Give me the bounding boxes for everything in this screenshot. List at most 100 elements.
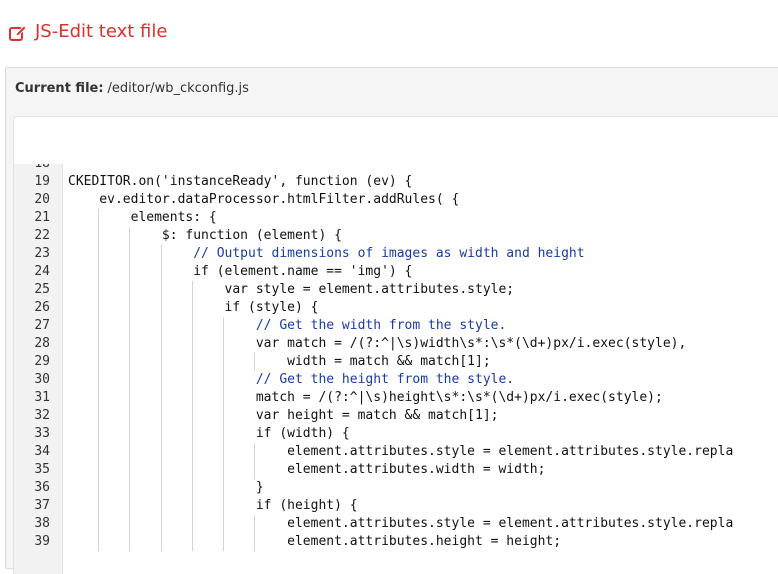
- indent-guide: [129, 245, 131, 263]
- indent-guide: [160, 461, 162, 479]
- code-line: 18: [14, 164, 778, 173]
- code-text: var style = element.attributes.style;: [68, 282, 515, 297]
- code-text: element.attributes.width = width;: [68, 462, 546, 477]
- indent-guide: [129, 443, 131, 461]
- indent-guide: [160, 335, 162, 353]
- line-number: 21: [34, 210, 50, 225]
- line-number: 31: [34, 390, 50, 405]
- indent-guide: [98, 281, 100, 299]
- code-editor[interactable]: 1819 CKEDITOR.on('instanceReady', functio…: [13, 164, 778, 574]
- indent-guide: [160, 533, 162, 551]
- indent-guide: [223, 335, 224, 353]
- indent-guide: [191, 497, 193, 515]
- indent-guide: [98, 317, 100, 335]
- code-text: CKEDITOR.on('instanceReady', function (e…: [68, 174, 413, 189]
- indent-guide: [129, 335, 131, 353]
- line-number: 36: [34, 480, 50, 495]
- indent-guide: [129, 515, 131, 533]
- line-number: 30: [34, 372, 50, 387]
- indent-guide: [98, 443, 100, 461]
- indent-guide: [160, 497, 162, 515]
- code-line: 20 ev.editor.dataProcessor.htmlFilter.ad…: [14, 191, 778, 209]
- line-number: 28: [34, 336, 50, 351]
- indent-guide: [129, 281, 131, 299]
- line-number: 35: [34, 462, 50, 477]
- indent-guide: [129, 353, 131, 371]
- line-number: 22: [34, 228, 50, 243]
- editor-panel: Current file:/editor/wb_ckconfig.js 1819…: [5, 67, 778, 574]
- page-title: JS-Edit text file: [35, 21, 168, 42]
- indent-guide: [160, 317, 162, 335]
- indent-guide: [160, 299, 162, 317]
- code-text: // Get the width from the style.: [68, 318, 507, 333]
- indent-guide: [129, 389, 131, 407]
- line-number: 25: [34, 282, 50, 297]
- indent-guide: [98, 209, 100, 227]
- indent-guide: [160, 479, 162, 497]
- indent-guide: [160, 407, 162, 425]
- indent-guide: [191, 515, 193, 533]
- indent-guide: [129, 533, 131, 551]
- indent-guide: [98, 227, 100, 245]
- current-file-path: /editor/wb_ckconfig.js: [107, 81, 249, 96]
- line-number: 33: [34, 426, 50, 441]
- line-number: 34: [34, 444, 50, 459]
- page-header: JS-Edit text file: [0, 0, 778, 66]
- indent-guide: [129, 317, 131, 335]
- indent-guide: [160, 515, 162, 533]
- code-text: var height = match && match[1];: [68, 408, 499, 423]
- indent-guide: [98, 479, 100, 497]
- current-file-label: Current file:: [15, 81, 104, 96]
- line-number: 37: [34, 498, 50, 513]
- code-text: ev.editor.dataProcessor.htmlFilter.addRu…: [68, 192, 460, 207]
- indent-guide: [129, 461, 131, 479]
- indent-guide: [160, 245, 162, 263]
- indent-guide: [98, 515, 100, 533]
- indent-guide: [98, 425, 100, 443]
- indent-guide: [98, 497, 100, 515]
- indent-guide: [254, 533, 256, 551]
- indent-guide: [98, 461, 100, 479]
- editor-toolbar: [13, 116, 778, 166]
- indent-guide: [223, 425, 224, 443]
- indent-guide: [191, 461, 193, 479]
- code-text: if (style) {: [68, 300, 319, 315]
- line-number: 26: [34, 300, 50, 315]
- code-text: width = match && match[1];: [68, 354, 491, 369]
- indent-guide: [223, 533, 224, 551]
- indent-guide: [160, 389, 162, 407]
- indent-guide: [98, 389, 100, 407]
- indent-guide: [254, 353, 256, 371]
- code-text: // Output dimensions of images as width …: [68, 246, 585, 261]
- code-text: // Get the height from the style.: [68, 372, 515, 387]
- line-number: 38: [34, 516, 50, 531]
- indent-guide: [129, 407, 131, 425]
- indent-guide: [191, 533, 193, 551]
- indent-guide: [223, 353, 224, 371]
- code-text: element.attributes.height = height;: [68, 534, 562, 549]
- code-text: if (width) {: [68, 426, 350, 441]
- line-number: 20: [34, 192, 50, 207]
- indent-guide: [129, 497, 131, 515]
- indent-guide: [129, 263, 131, 281]
- indent-guide: [191, 389, 193, 407]
- indent-guide: [223, 515, 224, 533]
- indent-guide: [191, 299, 193, 317]
- indent-guide: [223, 479, 224, 497]
- indent-guide: [160, 443, 162, 461]
- code-text: if (element.name == 'img') {: [68, 264, 413, 279]
- indent-guide: [191, 407, 193, 425]
- indent-guide: [191, 479, 193, 497]
- line-number: 18: [14, 164, 50, 173]
- indent-guide: [129, 227, 131, 245]
- indent-guide: [254, 461, 256, 479]
- code-text: match = /(?:^|\s)height\s*:\s*(\d+)px/i.…: [68, 390, 663, 405]
- line-number: 19: [34, 174, 50, 189]
- code-line: 19 CKEDITOR.on('instanceReady', function …: [14, 173, 778, 191]
- indent-guide: [129, 299, 131, 317]
- indent-guide: [98, 245, 100, 263]
- indent-guide: [160, 281, 162, 299]
- code-text: elements: {: [68, 210, 217, 225]
- code-text: if (height) {: [68, 498, 358, 513]
- indent-guide: [160, 263, 162, 281]
